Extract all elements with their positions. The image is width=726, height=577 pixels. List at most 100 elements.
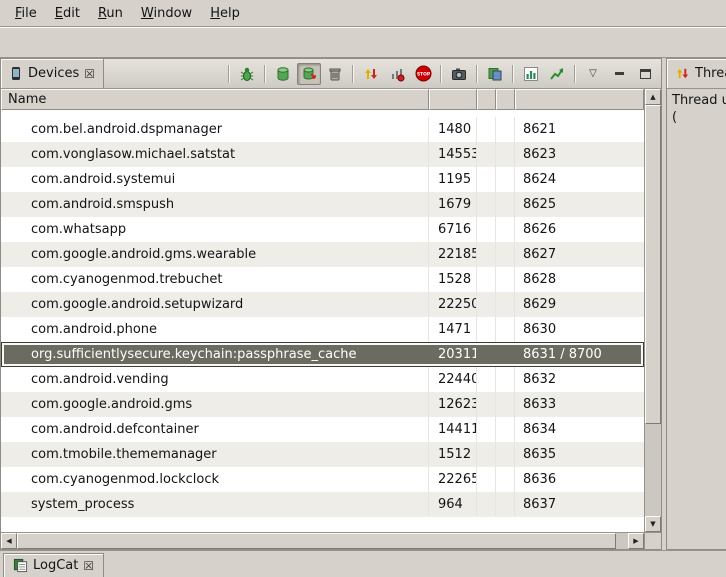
table-row[interactable]: com.whatsapp 6716 8626 (1, 217, 644, 242)
column-header-pid[interactable] (429, 89, 477, 110)
table-row[interactable]: com.android.smspush 1679 8625 (1, 192, 644, 217)
table-row[interactable]: com.android.phone 1471 8630 (1, 317, 644, 342)
pid-cell: 1471 (429, 317, 477, 342)
port-cell: 8627 (515, 242, 644, 267)
maximize-view-button[interactable] (633, 63, 657, 85)
port-cell: 8626 (515, 217, 644, 242)
pid-cell: 22185 (429, 242, 477, 267)
pid-cell: 1679 (429, 192, 477, 217)
process-name-cell: com.android.vending (1, 367, 429, 392)
thread-status-cell (496, 317, 515, 342)
svg-text:STOP: STOP (416, 71, 430, 77)
process-name-cell: com.google.android.gms.wearable (1, 242, 429, 267)
table-row[interactable]: org.sufficientlysecure.keychain:passphra… (1, 342, 644, 367)
update-heap-button[interactable] (271, 63, 295, 85)
port-cell: 8637 (515, 492, 644, 517)
column-header-thread[interactable] (496, 89, 515, 110)
screen-record-button[interactable] (483, 63, 507, 85)
scroll-down-button[interactable]: ▼ (645, 516, 661, 532)
tab-devices[interactable]: Devices ☒ (1, 59, 104, 88)
port-cell: 8635 (515, 442, 644, 467)
debug-process-button[interactable] (235, 63, 259, 85)
camera-icon (451, 66, 467, 82)
main-toolbar-strip (0, 27, 726, 58)
tab-logcat-close-icon[interactable]: ☒ (83, 560, 94, 572)
menu-file[interactable]: File (6, 2, 46, 25)
menu-window[interactable]: Window (132, 2, 201, 25)
process-name-cell: com.android.systemui (1, 167, 429, 192)
scroll-left-button[interactable]: ◀ (1, 533, 17, 549)
table-row[interactable]: com.google.android.setupwizard 22250 862… (1, 292, 644, 317)
thread-arrows-icon (363, 66, 379, 82)
thread-status-cell (496, 242, 515, 267)
menu-help[interactable]: Help (201, 2, 249, 25)
tab-threads-label: Threads (695, 66, 726, 81)
tab-devices-close-icon[interactable]: ☒ (84, 68, 95, 80)
horizontal-scrollbar-thumb[interactable] (17, 533, 616, 549)
pid-cell: 964 (429, 492, 477, 517)
vertical-scrollbar[interactable]: ▲ ▼ (644, 89, 661, 532)
bottom-tabbar: LogCat ☒ (0, 550, 726, 577)
dump-hprof-button[interactable] (297, 63, 321, 85)
tab-logcat[interactable]: LogCat ☒ (3, 553, 104, 577)
thread-status-cell (496, 392, 515, 417)
table-row[interactable]: com.google.android.gms 12623 8633 (1, 392, 644, 417)
stop-process-button[interactable]: STOP (411, 63, 435, 85)
pid-cell: 20311 (429, 342, 477, 367)
devices-view: Devices ☒ (0, 58, 662, 550)
table-row[interactable]: com.cyanogenmod.trebuchet 1528 8628 (1, 267, 644, 292)
scroll-up-button[interactable]: ▲ (645, 89, 661, 105)
cause-gc-button[interactable] (323, 63, 347, 85)
network-stats-button[interactable] (545, 63, 569, 85)
scroll-right-button[interactable]: ▶ (628, 533, 644, 549)
vertical-scrollbar-thumb[interactable] (645, 105, 661, 424)
minimize-view-button[interactable] (607, 63, 631, 85)
sysinfo-button[interactable] (519, 63, 543, 85)
threads-message: Thread up ( (667, 89, 726, 549)
table-row[interactable]: com.vonglasow.michael.satstat 14553 8623 (1, 142, 644, 167)
column-header-port[interactable] (515, 89, 644, 110)
method-profiling-button[interactable] (385, 63, 409, 85)
devices-tabbar: Devices ☒ (1, 59, 661, 89)
toolbar-separator (440, 65, 442, 83)
table-row[interactable]: system_process 964 8637 (1, 492, 644, 517)
table-row[interactable]: com.android.systemui 1195 8624 (1, 167, 644, 192)
column-header-name[interactable]: Name (1, 89, 429, 110)
screen-record-icon (487, 66, 503, 82)
table-row[interactable]: com.android.defcontainer 14411 8634 (1, 417, 644, 442)
menubar: File Edit Run Window Help (0, 0, 726, 27)
maximize-icon (640, 69, 651, 79)
process-name-cell: com.bel.android.dspmanager (1, 117, 429, 142)
table-row[interactable]: com.cyanogenmod.lockclock 22265 8636 (1, 467, 644, 492)
view-menu-button[interactable]: ▽ (581, 63, 605, 85)
table-row[interactable]: com.bel.android.dspmanager 1480 8621 (1, 117, 644, 142)
thread-status-cell (496, 167, 515, 192)
update-threads-button[interactable] (359, 63, 383, 85)
heap-status-cell (477, 492, 496, 517)
threads-tab-icon (675, 66, 690, 81)
horizontal-scrollbar[interactable]: ◀ ▶ (1, 532, 644, 549)
scroll-up-icon: ▲ (650, 93, 655, 101)
toolbar-separator (264, 65, 266, 83)
tab-threads[interactable]: Threads (667, 59, 726, 88)
port-cell: 8631 / 8700 (515, 342, 644, 367)
debug-bug-icon (239, 66, 255, 82)
device-table: Name com.bel.android.dspmanager 1480 862… (1, 89, 661, 549)
process-name-cell: com.android.defcontainer (1, 417, 429, 442)
heap-status-cell (477, 342, 496, 367)
port-cell: 8625 (515, 192, 644, 217)
screen-capture-button[interactable] (447, 63, 471, 85)
vertical-scrollbar-track[interactable] (645, 424, 661, 516)
toolbar-separator (352, 65, 354, 83)
device-table-rows: com.bel.android.dspmanager 1480 8621 com… (1, 117, 644, 517)
process-name-cell: com.cyanogenmod.trebuchet (1, 267, 429, 292)
menu-run[interactable]: Run (89, 2, 132, 25)
table-row[interactable]: com.tmobile.thememanager 1512 8635 (1, 442, 644, 467)
port-cell: 8633 (515, 392, 644, 417)
table-row[interactable]: com.android.vending 22440 8632 (1, 367, 644, 392)
table-row[interactable]: com.google.android.gms.wearable 22185 86… (1, 242, 644, 267)
heap-status-cell (477, 417, 496, 442)
menu-edit[interactable]: Edit (46, 2, 89, 25)
device-phone-icon (9, 66, 23, 81)
column-header-heap[interactable] (477, 89, 496, 110)
